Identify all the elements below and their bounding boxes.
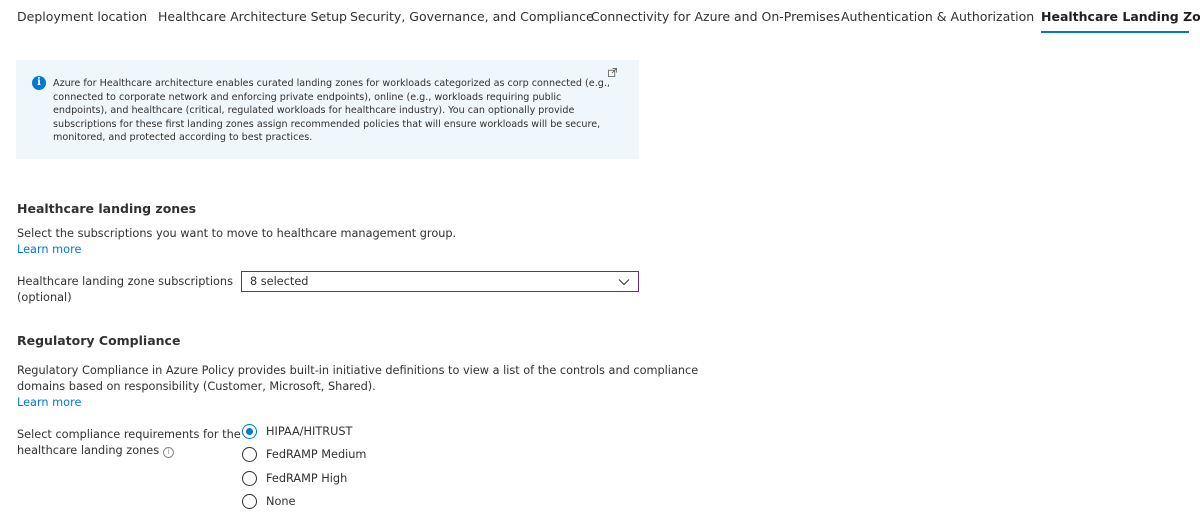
- compliance-description-line1: Regulatory Compliance in Azure Policy pr…: [17, 364, 699, 377]
- radio-button-checked[interactable]: [242, 424, 257, 439]
- compliance-requirements-label-line1: Select compliance requirements for the: [17, 428, 241, 441]
- active-tab-indicator: [1041, 31, 1189, 33]
- info-icon: i: [32, 76, 46, 90]
- radio-label-fedramp-medium: FedRAMP Medium: [266, 448, 367, 461]
- landing-zone-subscriptions-label-line2: (optional): [17, 291, 72, 304]
- compliance-description: Regulatory Compliance in Azure Policy pr…: [17, 363, 698, 395]
- compliance-requirements-label: Select compliance requirements for the h…: [17, 427, 241, 459]
- landing-zones-title: Healthcare landing zones: [17, 201, 197, 216]
- landing-zone-subscriptions-label-line1: Healthcare landing zone subscriptions: [17, 275, 233, 288]
- dropdown-selected-value: 8 selected: [250, 275, 309, 288]
- compliance-description-line2: domains based on responsibility (Custome…: [17, 380, 376, 393]
- external-link-icon[interactable]: [608, 68, 617, 77]
- compliance-title: Regulatory Compliance: [17, 333, 181, 348]
- wizard-tabs: Deployment location Healthcare Architect…: [0, 0, 1200, 36]
- info-banner-text: Azure for Healthcare architecture enable…: [53, 78, 610, 144]
- info-banner: i Azure for Healthcare architecture enab…: [16, 60, 639, 159]
- radio-button[interactable]: [242, 494, 257, 509]
- radio-button[interactable]: [242, 471, 257, 486]
- landing-zone-subscriptions-dropdown[interactable]: 8 selected: [241, 271, 639, 292]
- radio-selected-dot: [246, 428, 253, 435]
- landing-zones-learn-more-link[interactable]: Learn more: [17, 243, 81, 256]
- tab-healthcare-architecture-setup[interactable]: Healthcare Architecture Setup: [158, 9, 347, 24]
- tab-deployment-location[interactable]: Deployment location: [17, 9, 147, 24]
- compliance-requirements-label-line2: healthcare landing zones: [17, 444, 160, 457]
- radio-button[interactable]: [242, 447, 257, 462]
- landing-zones-description: Select the subscriptions you want to mov…: [17, 227, 457, 240]
- tab-connectivity[interactable]: Connectivity for Azure and On-Premises: [591, 9, 840, 24]
- radio-label-fedramp-high: FedRAMP High: [266, 472, 348, 485]
- landing-zone-subscriptions-label: Healthcare landing zone subscriptions (o…: [17, 274, 233, 306]
- compliance-learn-more-link[interactable]: Learn more: [17, 396, 81, 409]
- chevron-down-icon: [618, 279, 630, 286]
- tab-healthcare-landing-zones[interactable]: Healthcare Landing Zones: [1041, 9, 1200, 24]
- compliance-requirements-label-line2-wrap: healthcare landing zones i: [17, 443, 241, 459]
- radio-label-none: None: [266, 495, 296, 508]
- tab-authentication-authorization[interactable]: Authentication & Authorization: [841, 9, 1034, 24]
- radio-label-hipaa-hitrust: HIPAA/HITRUST: [266, 425, 353, 438]
- help-info-icon[interactable]: i: [163, 447, 175, 458]
- tab-security-governance-compliance[interactable]: Security, Governance, and Compliance: [350, 9, 594, 24]
